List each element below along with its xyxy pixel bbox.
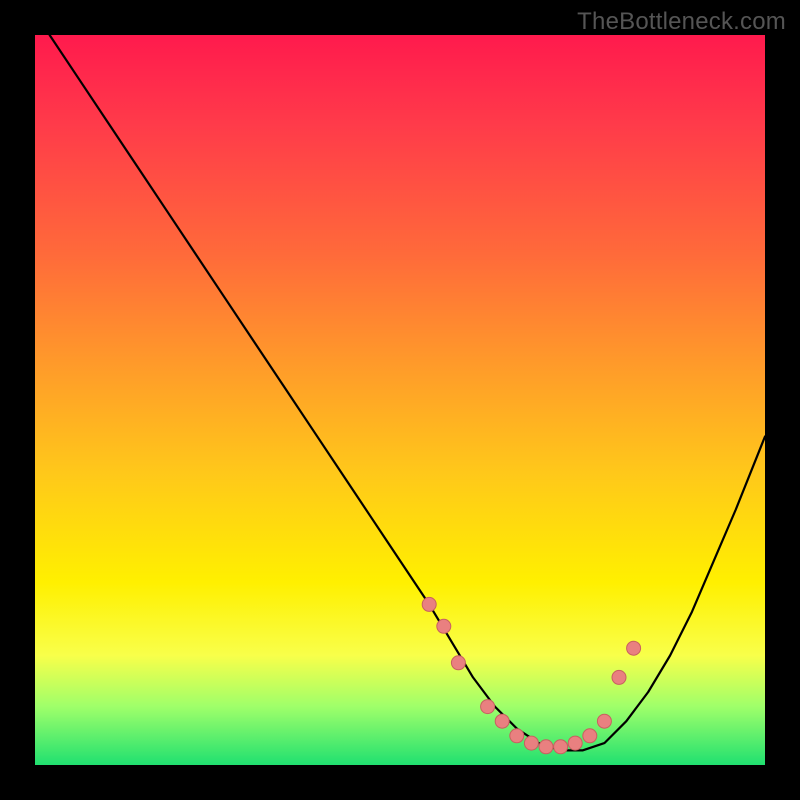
highlight-dot — [451, 656, 465, 670]
highlight-dots-group — [422, 597, 640, 753]
watermark-text: TheBottleneck.com — [577, 8, 786, 36]
highlight-dot — [539, 740, 553, 754]
highlight-dot — [437, 619, 451, 633]
highlight-dot — [524, 736, 538, 750]
highlight-dot — [612, 670, 626, 684]
highlight-dot — [627, 641, 641, 655]
highlight-dot — [597, 714, 611, 728]
highlight-dot — [495, 714, 509, 728]
chart-stage: TheBottleneck.com — [0, 0, 800, 800]
bottleneck-curve — [50, 35, 765, 750]
highlight-dot — [554, 740, 568, 754]
highlight-dot — [568, 736, 582, 750]
highlight-dot — [510, 729, 524, 743]
highlight-dot — [583, 729, 597, 743]
chart-overlay-svg — [35, 35, 765, 765]
highlight-dot — [422, 597, 436, 611]
highlight-dot — [481, 700, 495, 714]
